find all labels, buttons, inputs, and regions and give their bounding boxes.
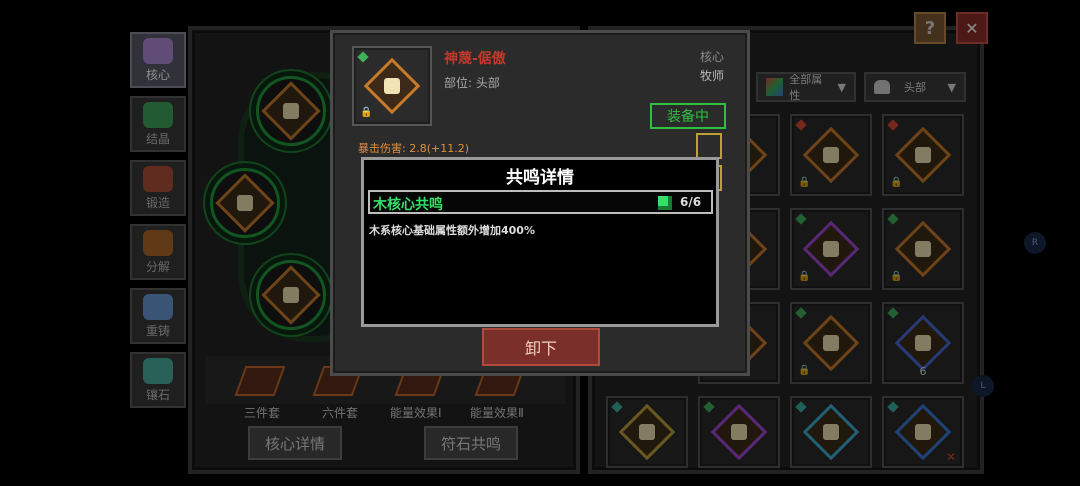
resonance-name: 木核心共鸣 xyxy=(373,197,443,213)
gem-icon xyxy=(357,51,369,63)
resonance-count: 6/6 xyxy=(680,195,702,209)
equipped-label: 装备中 xyxy=(667,109,709,125)
unequip-button[interactable]: 卸下 xyxy=(482,328,600,366)
item-icon-slot: 🔒 xyxy=(352,46,432,126)
yellow-slot-1 xyxy=(696,133,722,159)
item-class: 牧师 xyxy=(700,69,725,83)
lock-icon: 🔒 xyxy=(360,107,373,118)
item-part: 部位: 头部 xyxy=(444,76,500,90)
item-name: 神蔑-倨傲 xyxy=(444,51,506,67)
crit-damage-stat: 暴击伤害: 2.8(+11.2) xyxy=(358,142,469,155)
wood-core-icon xyxy=(658,196,672,210)
resonance-title: 共鸣详情 xyxy=(506,168,574,188)
item-type: 核心 xyxy=(700,50,725,64)
resonance-description: 木系核心基础属性额外增加400% xyxy=(369,224,535,237)
core-icon xyxy=(363,57,421,115)
equipped-badge: 装备中 xyxy=(650,103,726,129)
resonance-row: 木核心共鸣 6/6 xyxy=(368,190,713,214)
